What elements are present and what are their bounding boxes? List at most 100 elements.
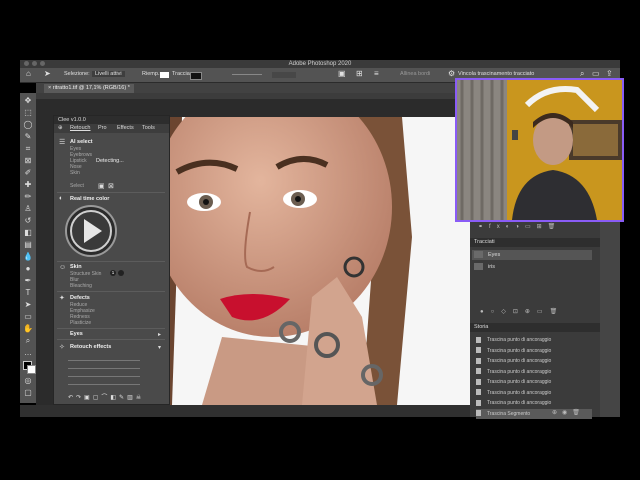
layers-footer-icons[interactable]: ⚭fx◐◑▭⊞🗑 <box>478 223 561 230</box>
share-icon[interactable]: ⇪ <box>606 69 613 78</box>
skin-title[interactable]: Skin <box>70 264 82 270</box>
history-panel-title[interactable]: Storia <box>470 323 600 332</box>
tab-pro[interactable]: Pro <box>98 125 107 131</box>
history-item-label: Trascina punto di ancoraggio <box>487 368 552 375</box>
plugin-footer-tools[interactable]: ↶↷▣▢⌒◧✎▥☠ <box>68 392 144 401</box>
path-align-icon[interactable]: ⊞ <box>356 69 363 78</box>
chevron-down-icon[interactable]: ▾ <box>158 344 161 351</box>
gradient-tool-icon[interactable]: ▤ <box>23 240 33 250</box>
dodge-tool-icon[interactable]: ● <box>23 264 33 274</box>
path-select-icon[interactable]: ➤ <box>23 300 33 310</box>
pen-tool-icon[interactable]: ✒ <box>23 276 33 286</box>
zoom-tool-icon[interactable]: ⌕ <box>23 336 33 346</box>
tab-tools[interactable]: Tools <box>142 125 155 131</box>
retouch-effects-section[interactable]: Retouch effects <box>70 344 111 350</box>
tab-effects[interactable]: Effects <box>117 125 134 131</box>
history-item[interactable]: Trascina punto di ancoraggio <box>476 346 592 356</box>
real-time-color-title[interactable]: Real time color <box>70 196 109 202</box>
stroke-swatch[interactable] <box>190 72 202 80</box>
path-arrange-icon[interactable]: ≡ <box>374 69 379 78</box>
defects-title[interactable]: Defects <box>70 295 90 301</box>
effect-slider-3[interactable] <box>68 376 140 377</box>
background-color-swatch[interactable] <box>27 365 36 374</box>
effect-slider-4[interactable] <box>68 384 140 385</box>
tab-retouch[interactable]: Retouch <box>70 125 91 131</box>
quick-mask-icon[interactable]: ◎ <box>23 376 33 386</box>
skin-toggle-icon[interactable] <box>118 270 124 276</box>
eyedropper-tool-icon[interactable]: ✐ <box>23 168 33 178</box>
path-item[interactable]: Eyes <box>472 250 592 260</box>
move-tool-icon[interactable]: ➤ <box>44 69 51 78</box>
history-brush-icon[interactable]: ↺ <box>23 216 33 226</box>
select-label: Select <box>70 183 84 189</box>
gear-icon[interactable]: ⚙ <box>448 69 455 78</box>
document-image[interactable] <box>162 117 470 405</box>
effect-slider-1[interactable] <box>68 360 140 361</box>
portrait-photo <box>162 117 470 405</box>
skin-icon: ☺ <box>59 264 67 271</box>
plugin-panel: Clee v1.0.0 ⊕ Retouch Pro Effects Tools … <box>53 115 170 405</box>
brush-tool-icon[interactable]: ✏ <box>23 192 33 202</box>
fill-swatch[interactable] <box>160 72 169 78</box>
color-icon: ◐ <box>59 195 64 202</box>
document-tab[interactable]: × ritratto1.tif @ 17,1% (RGB/16) * <box>44 84 134 93</box>
history-item[interactable]: Trascina punto di ancoraggio <box>476 335 592 345</box>
history-item[interactable]: Trascina punto di ancoraggio <box>476 377 592 387</box>
status-bar <box>20 405 470 417</box>
history-step-icon <box>476 357 481 364</box>
history-item-label: Trascina punto di ancoraggio <box>487 400 552 406</box>
hand-tool-icon[interactable]: ✋ <box>23 324 33 334</box>
paths-panel-title[interactable]: Tracciati <box>470 238 600 247</box>
healing-brush-icon[interactable]: ✚ <box>23 180 33 190</box>
plugin-tabs: ⊕ Retouch Pro Effects Tools <box>54 124 169 133</box>
chevron-right-icon[interactable]: ▸ <box>158 331 161 338</box>
effect-slider-2[interactable] <box>68 368 140 369</box>
workspace-icon[interactable]: ▭ <box>592 69 600 78</box>
crop-tool-icon[interactable]: ⌗ <box>23 144 33 154</box>
constrain-path-checkbox[interactable]: Vincola trascinamento tracciato <box>458 71 534 77</box>
plugin-menu-icon[interactable]: ⊕ <box>58 125 63 131</box>
history-item[interactable]: Trascina punto di ancoraggio <box>476 388 592 398</box>
path-item-label: iris <box>488 264 496 270</box>
path-item[interactable]: iris <box>472 262 592 272</box>
defects-item-plasticize[interactable]: Plasticize <box>70 320 91 326</box>
path-item-label: Eyes <box>488 252 501 258</box>
more-tools-icon[interactable]: … <box>23 348 33 358</box>
history-step-icon <box>476 347 481 354</box>
history-item[interactable]: Trascina punto di ancoraggio <box>476 356 592 366</box>
select-inverse-icon[interactable]: ⊠ <box>108 182 114 190</box>
align-edges-checkbox[interactable]: Allinea bordi <box>400 71 430 77</box>
type-tool-icon[interactable]: T <box>23 288 33 298</box>
skin-item-bleaching[interactable]: Bleaching <box>70 283 92 289</box>
history-item[interactable]: Trascina punto di ancoraggio <box>476 398 592 408</box>
ai-select-title[interactable]: AI select <box>70 139 93 145</box>
blur-tool-icon[interactable]: 💧 <box>23 252 33 262</box>
history-footer-icons[interactable]: ⊕◉🗑 <box>552 409 585 416</box>
screen-mode-icon[interactable]: ▢ <box>23 388 33 398</box>
quick-select-tool-icon[interactable]: ✎ <box>23 132 33 142</box>
clone-stamp-icon[interactable]: ♙ <box>23 204 33 214</box>
play-button[interactable] <box>64 204 118 258</box>
app-title: Adobe Photoshop 2020 <box>288 61 352 67</box>
shape-tool-icon[interactable]: ▭ <box>23 312 33 322</box>
marquee-tool-icon[interactable]: ⬚ <box>23 108 33 118</box>
eraser-tool-icon[interactable]: ◧ <box>23 228 33 238</box>
path-thumbnail <box>474 251 483 259</box>
history-step-icon <box>476 378 481 385</box>
path-ops-icon[interactable]: ▣ <box>338 69 346 78</box>
history-item[interactable]: Trascina punto di ancoraggio <box>476 367 592 377</box>
webcam-overlay <box>455 78 624 222</box>
stroke-type-dropdown[interactable] <box>272 72 296 78</box>
selection-dropdown[interactable]: Livelli attivi <box>92 71 125 77</box>
eyes-section[interactable]: Eyes <box>70 331 83 337</box>
paths-footer-icons[interactable]: ●○◇⊡⊕▭🗑 <box>480 308 564 315</box>
move-tool-icon[interactable]: ✥ <box>23 96 33 106</box>
frame-tool-icon[interactable]: ⊠ <box>23 156 33 166</box>
home-icon[interactable]: ⌂ <box>26 69 31 78</box>
stroke-width-slider[interactable] <box>232 74 262 75</box>
ai-item-skin[interactable]: Skin <box>70 170 80 176</box>
lasso-tool-icon[interactable]: ◯ <box>23 120 33 130</box>
tools-panel: ✥ ⬚ ◯ ✎ ⌗ ⊠ ✐ ✚ ✏ ♙ ↺ ◧ ▤ 💧 ● ✒ T ➤ ▭ ✋ … <box>20 93 37 403</box>
select-all-icon[interactable]: ▣ <box>98 182 105 190</box>
skin-badge[interactable]: 1 <box>110 270 116 276</box>
